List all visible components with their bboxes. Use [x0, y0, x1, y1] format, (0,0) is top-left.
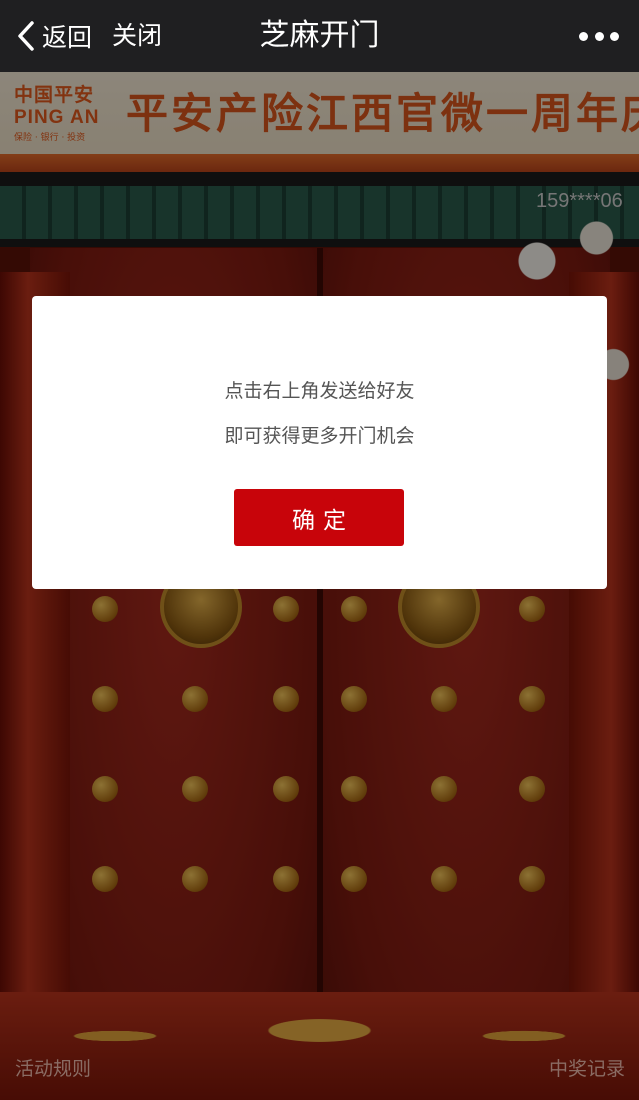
share-prompt-dialog: 点击右上角发送给好友 即可获得更多开门机会 确定 — [32, 296, 607, 589]
top-nav-bar: 返回 关闭 芝麻开门 — [0, 0, 639, 72]
dialog-message-line1: 点击右上角发送给好友 — [224, 380, 415, 402]
back-label: 返回 — [42, 23, 93, 52]
chevron-left-icon — [18, 21, 34, 51]
more-dot-icon — [579, 31, 588, 41]
back-button[interactable]: 返回 — [16, 18, 92, 54]
confirm-button[interactable]: 确定 — [234, 489, 404, 546]
more-dot-icon — [594, 31, 604, 41]
more-options-button[interactable] — [579, 26, 619, 46]
page-title: 芝麻开门 — [259, 18, 380, 53]
more-dot-icon — [610, 31, 619, 41]
dialog-message-line2: 即可获得更多开门机会 — [224, 425, 415, 447]
activity-rules-link[interactable]: 活动规则 — [15, 1054, 91, 1081]
prize-records-link[interactable]: 中奖记录 — [549, 1054, 625, 1081]
close-button[interactable]: 关闭 — [112, 18, 162, 54]
